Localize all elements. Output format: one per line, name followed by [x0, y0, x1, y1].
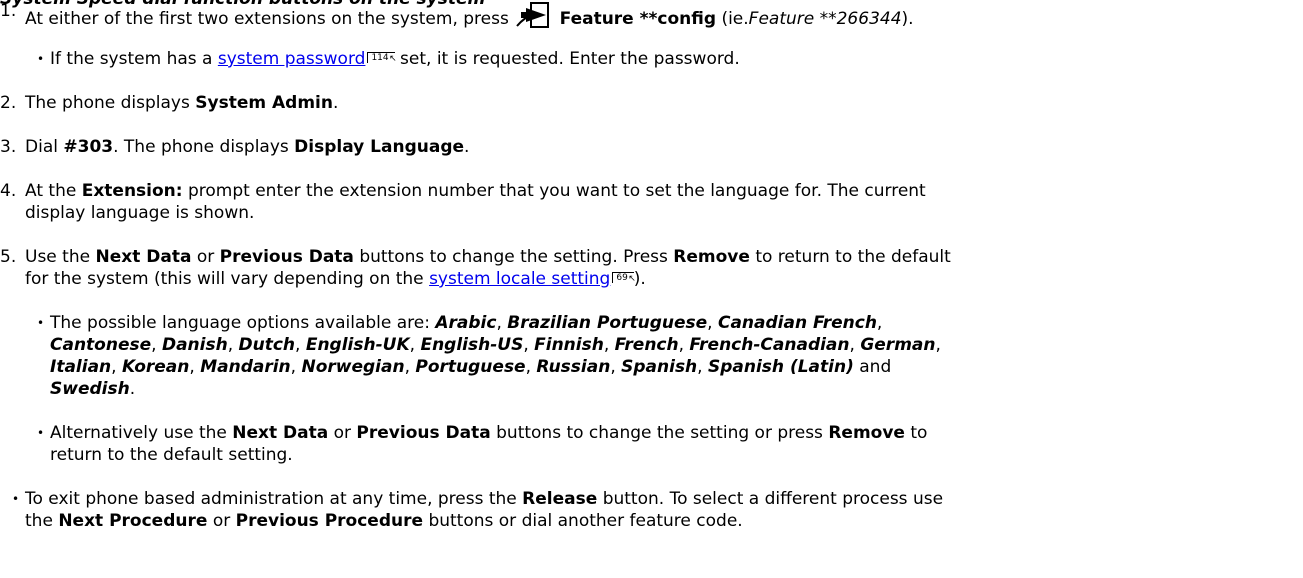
button-name: Previous Data [219, 247, 354, 267]
language-option: Swedish [50, 379, 130, 399]
step-text: At the [25, 181, 77, 201]
language-option: French-Canadian [689, 335, 850, 355]
language-option: Canadian French [717, 313, 877, 333]
step-text: for the system (this will vary depending… [25, 269, 424, 289]
language-option: Dutch [238, 335, 296, 355]
step-text: Dial [25, 137, 58, 157]
language-option: Russian [536, 357, 611, 377]
language-option: Arabic [435, 313, 497, 333]
button-name: Remove [828, 423, 905, 443]
bullet-text: and [859, 357, 892, 377]
alternative-line-2: return to the default setting. [50, 445, 293, 465]
feature-code: Feature **config [559, 9, 717, 29]
step-text: . The phone displays [113, 137, 289, 157]
note-text: button. To select a different process us… [602, 489, 944, 509]
language-line-4: Swedish. [50, 379, 136, 399]
button-name: Previous Data [356, 423, 491, 443]
language-option: Spanish (Latin) [707, 357, 854, 377]
header-fragment: System Speed dial function buttons on th… [0, 0, 485, 10]
bullet-text: If the system has a [50, 49, 213, 69]
language-option: German [860, 335, 936, 355]
language-line-2: Cantonese, Danish, Dutch, English-UK, En… [50, 335, 941, 355]
language-option: Mandarin [200, 357, 291, 377]
note-text: buttons or dial another feature code. [428, 511, 743, 531]
language-option: French [614, 335, 679, 355]
language-option: Norwegian [301, 357, 405, 377]
step-number: 3. [0, 137, 17, 157]
button-name: Next Data [232, 423, 329, 443]
note-text: or [212, 511, 231, 531]
punctuation: . [464, 137, 470, 157]
punctuation: ). [901, 9, 914, 29]
note-text: To exit phone based administration at an… [25, 489, 517, 509]
language-line-3: Italian, Korean, Mandarin, Norwegian, Po… [50, 357, 892, 377]
language-option: English-US [420, 335, 524, 355]
note-line-2: the Next Procedure or Previous Procedure… [25, 510, 743, 532]
feature-example: Feature **266344 [748, 9, 902, 29]
language-option: Spanish [621, 357, 698, 377]
language-option: Portuguese [415, 357, 526, 377]
step-number: 5. [0, 247, 17, 267]
step-text: prompt enter the extension number that y… [188, 181, 926, 201]
step-text: to return to the default [755, 247, 951, 267]
button-name: Next Data [95, 247, 192, 267]
bullet-text: buttons to change the setting or press [496, 423, 823, 443]
step-text: At either of the first two extensions on… [25, 9, 509, 29]
page-ref-114[interactable]: 114 [367, 52, 397, 64]
button-name: Release [522, 489, 598, 509]
step-5-line2: for the system (this will vary depending… [25, 268, 646, 290]
bullet-text: set, it is requested. Enter the password… [400, 49, 740, 69]
bullet-text: to [910, 423, 928, 443]
step-text: (ie. [721, 9, 749, 29]
step-4-line2: display language is shown. [25, 203, 255, 223]
page-ref-69[interactable]: 69 [612, 272, 636, 284]
language-option: Italian [50, 357, 112, 377]
dial-code: #303 [63, 137, 114, 157]
language-option: Danish [161, 335, 228, 355]
button-name: Previous Procedure [235, 511, 424, 531]
display-text: Display Language [294, 137, 465, 157]
button-name: Next Procedure [58, 511, 208, 531]
step-text: buttons to change the setting. Press [359, 247, 668, 267]
bullet-text: or [333, 423, 352, 443]
bullet-text: Alternatively use the [50, 423, 227, 443]
step-text: The phone displays [25, 93, 190, 113]
language-option: Brazilian Portuguese [507, 313, 708, 333]
button-name: Remove [673, 247, 750, 267]
prompt-label: Extension: [81, 181, 183, 201]
display-text: System Admin [195, 93, 333, 113]
note-text: the [25, 511, 53, 531]
language-option: Korean [121, 357, 190, 377]
feature-arrow-icon [516, 0, 550, 36]
step-text: or [196, 247, 215, 267]
language-option: English-UK [305, 335, 410, 355]
language-option: Cantonese [50, 335, 152, 355]
system-locale-setting-link[interactable]: system locale setting [429, 269, 610, 289]
step-text: Use the [25, 247, 91, 267]
step-number: 4. [0, 181, 17, 201]
language-option: Finnish [534, 335, 604, 355]
step-number: 2. [0, 93, 17, 113]
punctuation: . [332, 93, 339, 113]
system-password-link[interactable]: system password [218, 49, 366, 69]
bullet-text: The possible language options available … [50, 313, 430, 333]
